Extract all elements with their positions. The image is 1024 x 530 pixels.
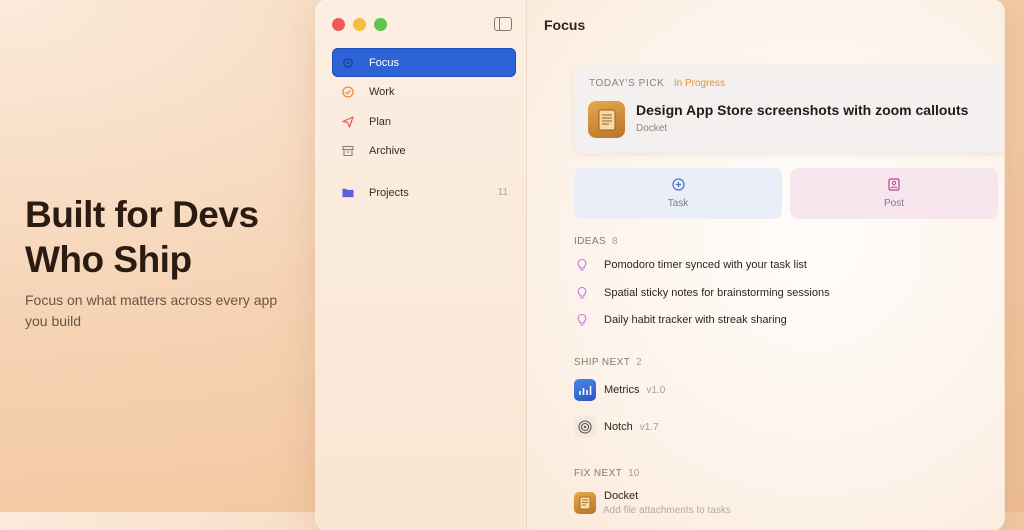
folder-icon [342, 187, 354, 199]
status-badge: In Progress [673, 78, 725, 89]
sidebar-item-work[interactable]: Work [332, 78, 516, 107]
main-content: Focus TODAY'S PICK In Progress Design Ap… [527, 0, 1004, 530]
sidebar-item-plan[interactable]: Plan [332, 107, 516, 136]
todays-pick-heading: TODAY'S PICK [589, 78, 665, 89]
fix-next-section-header: FIX NEXT 10 [574, 468, 639, 479]
new-task-button[interactable]: Task [574, 168, 782, 219]
version-label: v1.7 [639, 421, 659, 433]
notch-app-icon [574, 416, 596, 438]
fix-next-name: Docket [604, 490, 639, 502]
fix-next-detail: Add file attachments to tasks [603, 505, 731, 516]
close-window-button[interactable] [332, 18, 345, 31]
metrics-app-icon [574, 379, 596, 401]
lightbulb-icon [574, 257, 590, 273]
docket-app-icon [588, 101, 625, 138]
hero-subtitle: Focus on what matters across every app y… [25, 292, 278, 329]
ship-next-count: 2 [636, 357, 642, 368]
window-controls [332, 18, 387, 31]
ship-next-name: Notch [604, 421, 633, 433]
sidebar-toggle-icon[interactable] [494, 17, 512, 31]
idea-item[interactable]: Spatial sticky notes for brainstorming s… [574, 285, 830, 301]
sidebar-item-label: Archive [369, 145, 406, 157]
ship-next-name: Metrics [604, 384, 640, 396]
new-task-label: Task [667, 198, 689, 209]
sidebar-item-label: Projects [369, 186, 409, 199]
lightbulb-icon [574, 312, 590, 328]
sidebar-item-label: Focus [369, 56, 399, 69]
idea-item[interactable]: Daily habit tracker with streak sharing [574, 312, 787, 328]
idea-label: Spatial sticky notes for brainstorming s… [604, 287, 830, 299]
new-post-label: Post [883, 198, 904, 209]
ideas-count: 8 [612, 236, 618, 247]
image-post-icon [888, 178, 900, 194]
fix-next-heading: FIX NEXT [574, 468, 623, 479]
hero-section: Built for Devs Who Ship Focus on what ma… [25, 192, 295, 332]
ship-next-section-header: SHIP NEXT 2 [574, 357, 642, 368]
todays-pick-title: Design App Store screenshots with zoom c… [636, 102, 969, 118]
docket-app-icon [574, 492, 596, 514]
hero-title: Built for Devs Who Ship [25, 192, 295, 282]
fix-next-count: 10 [628, 468, 640, 479]
ideas-heading: IDEAS [574, 236, 607, 247]
new-post-button[interactable]: Post [790, 168, 998, 219]
sidebar-item-focus[interactable]: Focus [332, 48, 516, 77]
ship-next-item-notch[interactable]: Notch v1.7 [574, 416, 659, 438]
send-icon [342, 115, 354, 128]
check-circle-icon [342, 86, 354, 98]
minimize-window-button[interactable] [353, 18, 366, 31]
idea-label: Pomodoro timer synced with your task lis… [604, 259, 807, 271]
ideas-section-header: IDEAS 8 [574, 236, 618, 247]
ship-next-item-metrics[interactable]: Metrics v1.0 [574, 379, 665, 401]
sidebar-item-archive[interactable]: Archive [332, 137, 516, 166]
todays-pick-app: Docket [636, 123, 668, 134]
sidebar: Focus Work Plan Archive Projects 11 [316, 0, 527, 530]
hero-title-line1: Built for Devs [25, 194, 259, 235]
sidebar-item-label: Work [369, 86, 395, 98]
idea-label: Daily habit tracker with streak sharing [604, 314, 787, 326]
focus-icon [342, 57, 354, 69]
idea-item[interactable]: Pomodoro timer synced with your task lis… [574, 257, 807, 273]
todays-pick-card[interactable]: TODAY'S PICK In Progress Design App Stor… [574, 65, 1004, 153]
archive-box-icon [342, 145, 354, 157]
sidebar-item-label: Plan [369, 115, 392, 128]
plus-circle-icon [671, 178, 685, 194]
sidebar-item-projects[interactable]: Projects 11 [332, 178, 516, 207]
sidebar-nav: Focus Work Plan Archive Projects 11 [332, 48, 516, 208]
hero-title-line2: Who Ship [25, 239, 192, 280]
page-title: Focus [544, 17, 586, 33]
app-window: Focus Work Plan Archive Projects 11 Focu… [316, 0, 1004, 530]
ship-next-heading: SHIP NEXT [574, 357, 631, 368]
version-label: v1.0 [646, 384, 666, 396]
projects-count: 11 [497, 187, 508, 198]
lightbulb-icon [574, 285, 590, 301]
todays-pick-header: TODAY'S PICK In Progress [589, 78, 725, 89]
zoom-window-button[interactable] [374, 18, 387, 31]
